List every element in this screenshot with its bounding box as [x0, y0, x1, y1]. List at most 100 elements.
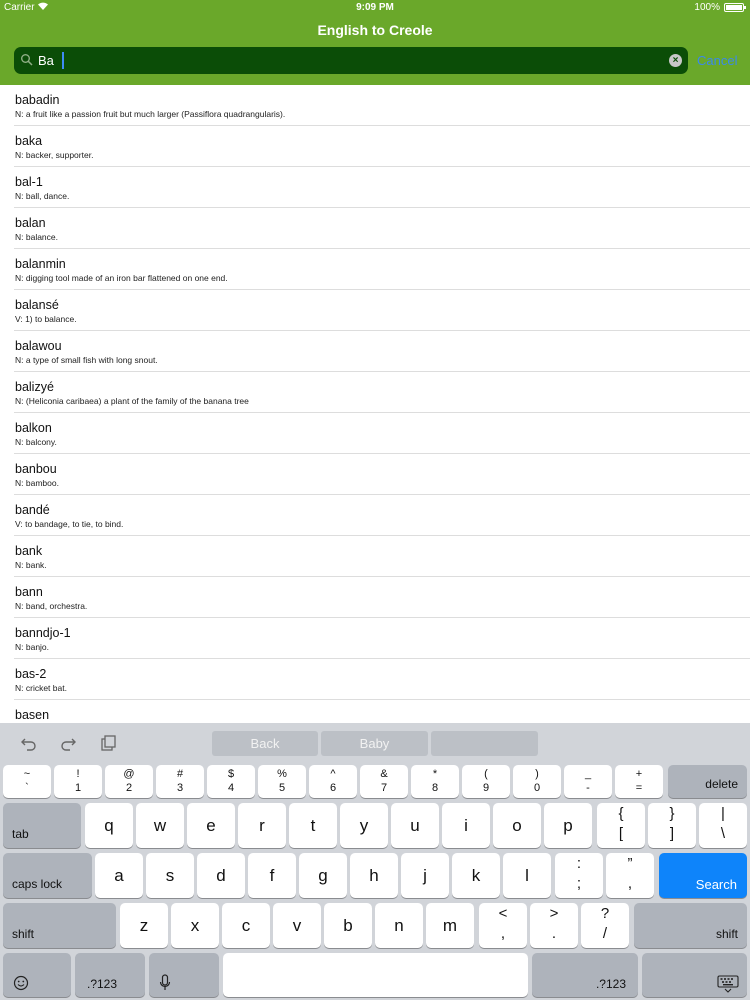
list-item[interactable]: balizyé N: (Heliconia caribaea) a plant o… [14, 372, 750, 413]
key-4[interactable]: $4 [207, 765, 255, 798]
list-item[interactable]: balawou N: a type of small fish with long… [14, 331, 750, 372]
key-0[interactable]: ) 0 [513, 765, 561, 798]
numbers-key-left[interactable]: .?123 [75, 953, 145, 997]
keyboard-dismiss-icon [717, 975, 739, 998]
key-less-than[interactable]: <, [479, 903, 527, 948]
entry-word: balansé [15, 298, 59, 312]
shift-right-key[interactable]: shift [634, 903, 747, 948]
key-7[interactable]: & 7 [360, 765, 408, 798]
list-item[interactable]: balkon N: balcony. [14, 413, 750, 454]
list-item[interactable]: babadin N: a fruit like a passion fruit b… [14, 85, 750, 126]
entry-definition: N: banjo. [15, 642, 50, 652]
key-pipe[interactable]: | \ [699, 803, 747, 848]
list-item[interactable]: balanmin N: digging tool made of an iron … [14, 249, 750, 290]
key-greater-than[interactable]: >. [530, 903, 578, 948]
key-r[interactable]: r [238, 803, 286, 848]
suggestion-2[interactable]: Baby [321, 731, 428, 756]
suggestion-1[interactable]: Back [212, 731, 318, 756]
keyboard-dismiss-key[interactable] [642, 953, 747, 997]
key-equals[interactable]: + = [615, 765, 663, 798]
list-item[interactable]: bal-1 N: ball, dance. [14, 167, 750, 208]
key-8[interactable]: * 8 [411, 765, 459, 798]
suggestion-3[interactable] [431, 731, 538, 756]
key-z[interactable]: z [120, 903, 168, 948]
key-1[interactable]: ! 1 [54, 765, 102, 798]
entry-word: balanmin [15, 257, 66, 271]
space-bar[interactable] [223, 953, 528, 997]
key-w[interactable]: w [136, 803, 184, 848]
key-minus[interactable]: _ - [564, 765, 612, 798]
list-item[interactable]: bas-2 N: cricket bat. [14, 659, 750, 700]
entry-definition: N: a fruit like a passion fruit but much… [15, 109, 286, 119]
key-t[interactable]: t [289, 803, 337, 848]
key-3[interactable]: #3 [156, 765, 204, 798]
key-tilde[interactable]: ~ ` [3, 765, 51, 798]
shift-left-key[interactable]: shift [3, 903, 116, 948]
entry-word: balkon [15, 421, 52, 435]
list-item[interactable]: banbou N: bamboo. [14, 454, 750, 495]
tab-key[interactable]: tab [3, 803, 81, 848]
key-o[interactable]: o [493, 803, 541, 848]
key-v[interactable]: v [273, 903, 321, 948]
key-6[interactable]: ^ 6 [309, 765, 357, 798]
key-x[interactable]: x [171, 903, 219, 948]
key-d[interactable]: d [197, 853, 245, 898]
list-item[interactable]: bann N: band, orchestra. [14, 577, 750, 618]
entry-definition: N: a type of small fish with long snout. [15, 355, 158, 365]
entry-definition: N: cricket bat. [15, 683, 67, 693]
key-f[interactable]: f [248, 853, 296, 898]
key-5[interactable]: % 5 [258, 765, 306, 798]
delete-button[interactable]: delete [668, 765, 747, 798]
list-item[interactable]: banndjo-1 N: banjo. [14, 618, 750, 659]
list-item[interactable]: balan N: balance. [14, 208, 750, 249]
battery-percent: 100% [694, 2, 720, 13]
key-quote[interactable]: ”, [606, 853, 654, 898]
list-item[interactable]: bank N: bank. [14, 536, 750, 577]
emoji-icon [13, 975, 29, 996]
key-9[interactable]: (9 [462, 765, 510, 798]
text-caret [62, 52, 64, 69]
list-item[interactable]: baka N: backer, supporter. [14, 126, 750, 167]
key-y[interactable]: y [340, 803, 388, 848]
key-m[interactable]: m [426, 903, 474, 948]
entry-word: bal-1 [15, 175, 43, 189]
clipboard-icon[interactable] [99, 735, 117, 751]
key-n[interactable]: n [375, 903, 423, 948]
key-h[interactable]: h [350, 853, 398, 898]
numbers-key-right[interactable]: .?123 [532, 953, 638, 997]
key-c[interactable]: c [222, 903, 270, 948]
list-item[interactable]: balansé V: 1) to balance. [14, 290, 750, 331]
entry-word: baka [15, 134, 43, 148]
key-a[interactable]: a [95, 853, 143, 898]
key-e[interactable]: e [187, 803, 235, 848]
clear-icon[interactable]: × [669, 54, 682, 67]
search-button[interactable]: Search [659, 853, 747, 898]
key-brace-right[interactable]: }] [648, 803, 696, 848]
dictation-key[interactable] [149, 953, 219, 997]
key-l[interactable]: l [503, 853, 551, 898]
undo-icon[interactable] [20, 735, 38, 751]
key-p[interactable]: p [544, 803, 592, 848]
key-s[interactable]: s [146, 853, 194, 898]
key-g[interactable]: g [299, 853, 347, 898]
key-b[interactable]: b [324, 903, 372, 948]
key-brace-left[interactable]: {[ [597, 803, 645, 848]
caps-lock-key[interactable]: caps lock [3, 853, 92, 898]
entry-word: basen [15, 708, 50, 722]
key-q[interactable]: q [85, 803, 133, 848]
entry-definition: N: balance. [15, 232, 58, 242]
list-item[interactable]: bandé V: to bandage, to tie, to bind. [14, 495, 750, 536]
key-question[interactable]: ? / [581, 903, 629, 948]
cancel-button[interactable]: Cancel [697, 53, 737, 68]
entry-definition: N: backer, supporter. [15, 150, 94, 160]
key-j[interactable]: j [401, 853, 449, 898]
key-i[interactable]: i [442, 803, 490, 848]
key-2[interactable]: @2 [105, 765, 153, 798]
search-input[interactable]: Ba × [14, 47, 688, 74]
key-u[interactable]: u [391, 803, 439, 848]
emoji-key[interactable] [3, 953, 71, 997]
key-k[interactable]: k [452, 853, 500, 898]
redo-icon[interactable] [59, 735, 77, 751]
key-colon[interactable]: :; [555, 853, 603, 898]
entry-definition: N: balcony. [15, 437, 57, 447]
